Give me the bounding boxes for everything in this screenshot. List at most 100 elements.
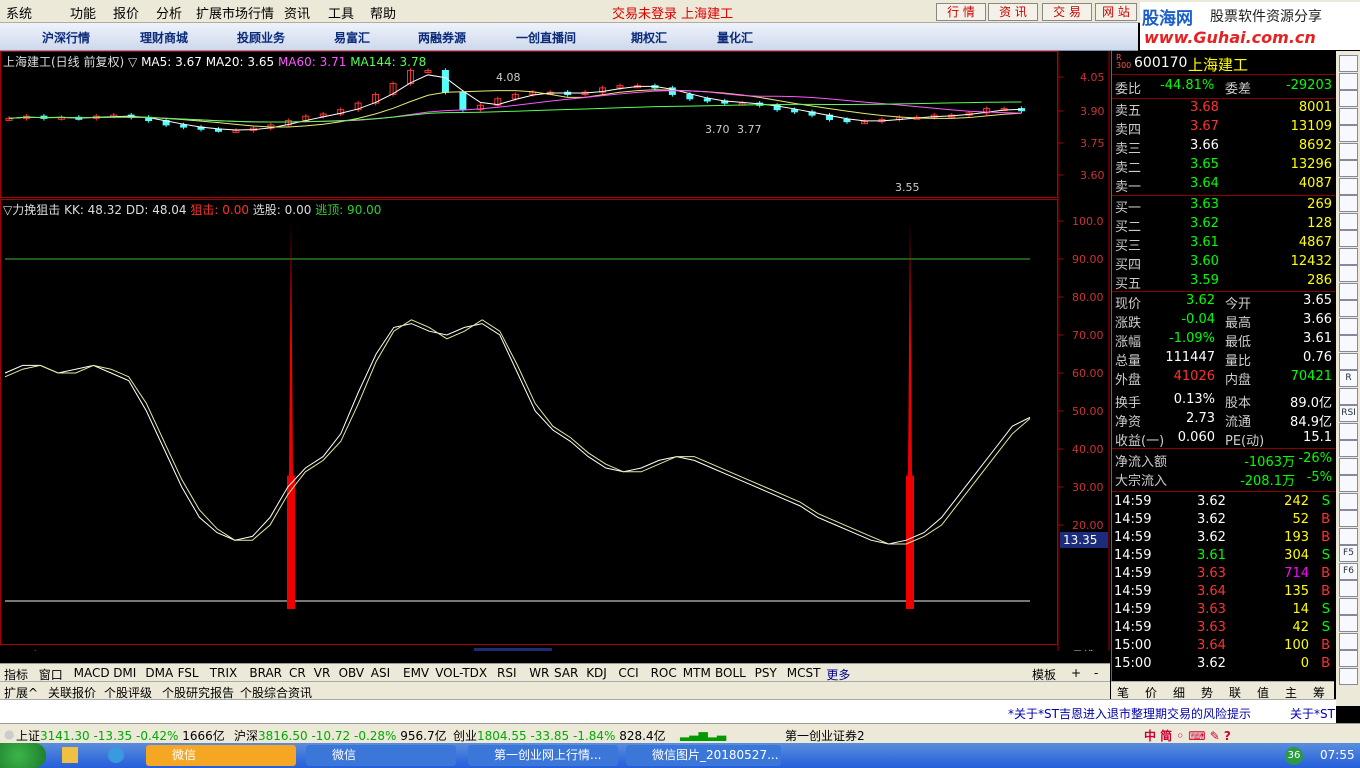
ime-bar[interactable]: 中 简 ◦ ⌨ ✎ ? — [1144, 727, 1231, 744]
toolbar-icon[interactable] — [1339, 387, 1358, 405]
stat-label: 净资 — [1115, 415, 1142, 430]
news-button[interactable]: 资 讯 — [988, 3, 1038, 21]
indicator-tab-fsl[interactable]: FSL — [178, 666, 199, 680]
news-ticker[interactable]: *关于*ST吉恩进入退市整理期交易的风险提示 — [1008, 705, 1251, 722]
indicator-tab-vol-tdx[interactable]: VOL-TDX — [435, 666, 487, 680]
toolbar-icon[interactable] — [1339, 212, 1358, 230]
menu-extended-market[interactable]: 扩展市场行情 — [196, 3, 274, 22]
index-shanghai[interactable]: 上证3141.30 -13.35 -0.42% 1666亿 — [16, 727, 225, 744]
toolbar-icon[interactable] — [1339, 72, 1358, 90]
menu-tools[interactable]: 工具 — [328, 3, 354, 22]
indicator-tab-sar[interactable]: SAR — [554, 666, 578, 680]
nav-live-room[interactable]: 一创直播间 — [516, 29, 576, 46]
toolbar-icon[interactable] — [1339, 492, 1358, 510]
toolbar-icon[interactable] — [1339, 160, 1358, 177]
toolbar-icon[interactable] — [1339, 247, 1358, 265]
nav-yifuhui[interactable]: 易富汇 — [334, 29, 370, 46]
security-badge[interactable]: 36 — [1285, 747, 1303, 765]
indicator-tab-kdj[interactable]: KDJ — [586, 666, 607, 680]
toolbar-icon[interactable] — [1339, 90, 1358, 107]
toolbar-icon[interactable] — [1339, 510, 1358, 527]
menu-quote[interactable]: 报价 — [113, 3, 139, 22]
level-label: 卖四 — [1115, 123, 1142, 138]
task-quote-app[interactable]: 第一创业网上行情... — [468, 745, 618, 766]
quote-button[interactable]: 行 情 — [936, 3, 986, 21]
stat-label-2: 流通 — [1225, 415, 1252, 430]
indicator-tab-wr[interactable]: WR — [529, 666, 549, 680]
start-button[interactable] — [0, 743, 46, 768]
indicator-tab-emv[interactable]: EMV — [403, 666, 429, 680]
indicator-tab-dmi[interactable]: DMI — [113, 666, 136, 680]
toolbar-icon[interactable] — [1339, 317, 1358, 335]
indicator-tab-mcst[interactable]: MCST — [787, 666, 821, 680]
indicator-tab-dma[interactable]: DMA — [145, 666, 173, 680]
toolbar-icon[interactable] — [1339, 107, 1358, 125]
toolbar-icon[interactable]: R — [1339, 370, 1358, 387]
indicator-tab-macd[interactable]: MACD — [74, 666, 110, 680]
indicator-tab-trix[interactable]: TRIX — [210, 666, 237, 680]
menu-system[interactable]: 系统 — [6, 3, 32, 22]
toolbar-icon[interactable] — [1339, 650, 1358, 667]
toolbar-icon[interactable] — [1339, 282, 1358, 300]
ie-icon[interactable] — [108, 747, 124, 763]
toolbar-icon[interactable]: F5 — [1339, 545, 1358, 562]
level-volume: 286 — [1307, 273, 1332, 288]
indicator-tab-boll[interactable]: BOLL — [715, 666, 746, 680]
nav-quant[interactable]: 量化汇 — [717, 29, 753, 46]
task-image[interactable]: 微信图片_20180527... — [626, 745, 781, 766]
toolbar-icon[interactable] — [1339, 632, 1358, 650]
toolbar-icon[interactable] — [1339, 195, 1358, 212]
indicator-tab-vr[interactable]: VR — [314, 666, 331, 680]
toolbar-icon[interactable] — [1339, 55, 1358, 72]
indicator-tab-obv[interactable]: OBV — [339, 666, 365, 680]
nav-wealth-mall[interactable]: 理财商城 — [140, 29, 188, 46]
template-tab-2[interactable]: - — [1094, 666, 1098, 680]
toolbar-icon[interactable] — [1339, 440, 1358, 457]
toolbar-icon[interactable] — [1339, 475, 1358, 492]
toolbar-icon[interactable] — [1339, 352, 1358, 370]
toolbar-icon[interactable] — [1339, 335, 1358, 352]
toolbar-icon[interactable]: RSI — [1339, 405, 1358, 422]
ask-row: 卖二 3.65 13296 — [1112, 157, 1335, 176]
nav-margin-source[interactable]: 两融券源 — [418, 29, 466, 46]
toolbar-icon[interactable] — [1339, 597, 1358, 615]
toolbar-icon[interactable] — [1339, 300, 1358, 317]
toolbar-icon[interactable]: F6 — [1339, 562, 1358, 580]
indicator-tab-brar[interactable]: BRAR — [249, 666, 282, 680]
toolbar-icon[interactable] — [1339, 615, 1358, 632]
task-wechat-1[interactable]: 微信 — [146, 745, 296, 766]
nav-advisory[interactable]: 投顾业务 — [237, 29, 285, 46]
nav-hushen-quote[interactable]: 沪深行情 — [42, 29, 90, 46]
indicator-tab-roc[interactable]: ROC — [651, 666, 677, 680]
nav-options[interactable]: 期权汇 — [631, 29, 667, 46]
indicator-tab-rsi[interactable]: RSI — [497, 666, 517, 680]
indicator-tab-cr[interactable]: CR — [289, 666, 306, 680]
trade-button[interactable]: 交 易 — [1042, 3, 1092, 21]
index-chinext[interactable]: 创业1804.55 -33.85 -1.84% 828.4亿 — [453, 727, 666, 744]
indicator-tab-cci[interactable]: CCI — [618, 666, 638, 680]
toolbar-icon[interactable] — [1339, 580, 1358, 597]
toolbar-icon[interactable] — [1339, 230, 1358, 247]
menu-function[interactable]: 功能 — [70, 3, 96, 22]
chart-canvas[interactable]: 4.05 3.90 3.75 3.60 100.0 90.00 80.00 70.00 60.… — [0, 51, 1110, 651]
menu-help[interactable]: 帮助 — [370, 3, 396, 22]
website-button[interactable]: 网 站 — [1095, 3, 1137, 21]
toolbar-icon[interactable] — [1339, 457, 1358, 475]
toolbar-icon[interactable] — [1339, 422, 1358, 440]
toolbar-icon[interactable] — [1339, 527, 1358, 545]
indicator-tab-asi[interactable]: ASI — [371, 666, 390, 680]
toolbar-icon[interactable] — [1339, 265, 1358, 282]
news-ticker-2[interactable]: 关于*ST — [1290, 705, 1335, 722]
menu-news[interactable]: 资讯 — [284, 3, 310, 22]
toolbar-icon[interactable] — [1339, 177, 1358, 195]
template-tab-1[interactable]: + — [1071, 666, 1081, 680]
task-wechat-2[interactable]: 微信 — [306, 745, 456, 766]
menu-analysis[interactable]: 分析 — [156, 3, 182, 22]
toolbar-icon[interactable] — [1339, 667, 1358, 685]
index-hushen300[interactable]: 沪深3816.50 -10.72 -0.28% 956.7亿 — [234, 727, 447, 744]
toolbar-icon[interactable] — [1339, 142, 1358, 160]
indicator-tab-mtm[interactable]: MTM — [683, 666, 711, 680]
indicator-tab-psy[interactable]: PSY — [755, 666, 777, 680]
explorer-icon[interactable] — [62, 747, 78, 763]
toolbar-icon[interactable] — [1339, 125, 1358, 142]
